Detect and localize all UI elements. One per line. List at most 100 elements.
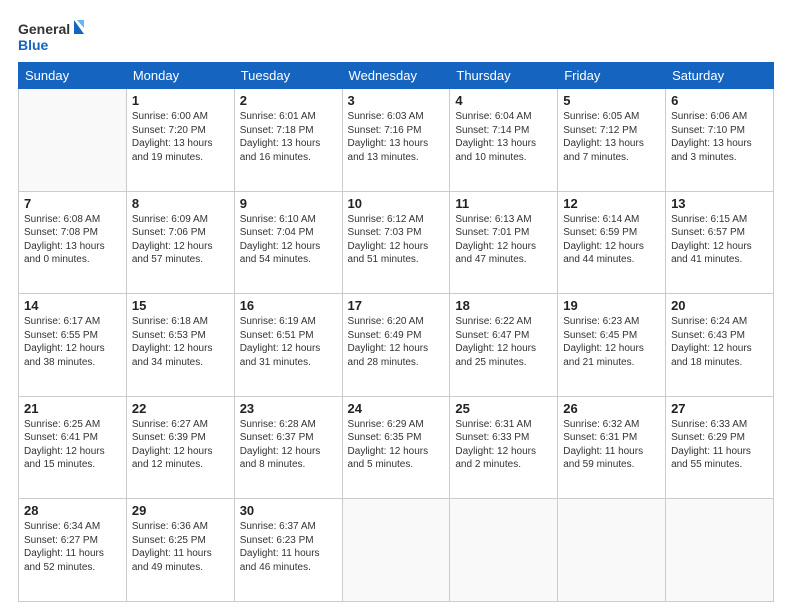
day-info: Sunrise: 6:22 AM Sunset: 6:47 PM Dayligh…: [455, 315, 552, 369]
day-cell: 30Sunrise: 6:37 AM Sunset: 6:23 PM Dayli…: [234, 499, 342, 602]
day-info: Sunrise: 6:08 AM Sunset: 7:08 PM Dayligh…: [24, 213, 121, 267]
day-cell: 27Sunrise: 6:33 AM Sunset: 6:29 PM Dayli…: [666, 396, 774, 499]
day-cell: 12 Sunrise: 6:14 AM Sunset: 6:59 PM Dayli…: [558, 191, 666, 294]
day-cell: 2Sunrise: 6:01 AM Sunset: 7:18 PM Daylig…: [234, 89, 342, 192]
day-number: 26: [563, 401, 660, 416]
week-row-1: 1 Sunrise: 6:00 AM Sunset: 7:20 PM Daylig…: [19, 89, 774, 192]
day-info: Sunrise: 6:17 AM Sunset: 6:55 PM Dayligh…: [24, 315, 121, 369]
day-cell: [558, 499, 666, 602]
day-number: 7: [24, 196, 121, 211]
day-cell: 7 Sunrise: 6:08 AM Sunset: 7:08 PM Daylig…: [19, 191, 127, 294]
day-number: 29: [132, 503, 229, 518]
week-row-4: 21 Sunrise: 6:25 AM Sunset: 6:41 PM Dayli…: [19, 396, 774, 499]
day-info: Sunrise: 6:05 AM Sunset: 7:12 PM Dayligh…: [563, 110, 660, 164]
day-number: 12: [563, 196, 660, 211]
svg-text:Blue: Blue: [18, 37, 49, 53]
col-header-sunday: Sunday: [19, 63, 127, 89]
day-cell: 19 Sunrise: 6:23 AM Sunset: 6:45 PM Dayli…: [558, 294, 666, 397]
day-number: 11: [455, 196, 552, 211]
day-info: Sunrise: 6:12 AM Sunset: 7:03 PM Dayligh…: [348, 213, 445, 267]
day-cell: 6 Sunrise: 6:06 AM Sunset: 7:10 PM Daylig…: [666, 89, 774, 192]
day-cell: 23Sunrise: 6:28 AM Sunset: 6:37 PM Dayli…: [234, 396, 342, 499]
day-cell: 13 Sunrise: 6:15 AM Sunset: 6:57 PM Dayli…: [666, 191, 774, 294]
day-cell: 20 Sunrise: 6:24 AM Sunset: 6:43 PM Dayli…: [666, 294, 774, 397]
day-info: Sunrise: 6:29 AM Sunset: 6:35 PM Dayligh…: [348, 418, 445, 472]
day-info: Sunrise: 6:24 AM Sunset: 6:43 PM Dayligh…: [671, 315, 768, 369]
day-cell: 3 Sunrise: 6:03 AM Sunset: 7:16 PM Daylig…: [342, 89, 450, 192]
day-cell: 29 Sunrise: 6:36 AM Sunset: 6:25 PM Dayli…: [126, 499, 234, 602]
day-cell: 26Sunrise: 6:32 AM Sunset: 6:31 PM Dayli…: [558, 396, 666, 499]
day-number: 23: [240, 401, 337, 416]
day-number: 8: [132, 196, 229, 211]
day-number: 28: [24, 503, 121, 518]
day-cell: 5 Sunrise: 6:05 AM Sunset: 7:12 PM Daylig…: [558, 89, 666, 192]
day-number: 18: [455, 298, 552, 313]
day-number: 19: [563, 298, 660, 313]
logo: GeneralBlue: [18, 18, 88, 54]
day-info: Sunrise: 6:14 AM Sunset: 6:59 PM Dayligh…: [563, 213, 660, 267]
day-cell: 1 Sunrise: 6:00 AM Sunset: 7:20 PM Daylig…: [126, 89, 234, 192]
day-info: Sunrise: 6:18 AM Sunset: 6:53 PM Dayligh…: [132, 315, 229, 369]
svg-text:General: General: [18, 21, 70, 37]
day-number: 13: [671, 196, 768, 211]
day-cell: 4 Sunrise: 6:04 AM Sunset: 7:14 PM Daylig…: [450, 89, 558, 192]
day-info: Sunrise: 6:10 AM Sunset: 7:04 PM Dayligh…: [240, 213, 337, 267]
day-cell: 10 Sunrise: 6:12 AM Sunset: 7:03 PM Dayli…: [342, 191, 450, 294]
week-row-2: 7 Sunrise: 6:08 AM Sunset: 7:08 PM Daylig…: [19, 191, 774, 294]
day-number: 25: [455, 401, 552, 416]
day-number: 9: [240, 196, 337, 211]
day-info: Sunrise: 6:23 AM Sunset: 6:45 PM Dayligh…: [563, 315, 660, 369]
day-info: Sunrise: 6:34 AM Sunset: 6:27 PM Dayligh…: [24, 520, 121, 574]
day-info: Sunrise: 6:15 AM Sunset: 6:57 PM Dayligh…: [671, 213, 768, 267]
header: GeneralBlue: [18, 18, 774, 54]
day-cell: 9 Sunrise: 6:10 AM Sunset: 7:04 PM Daylig…: [234, 191, 342, 294]
day-info: Sunrise: 6:36 AM Sunset: 6:25 PM Dayligh…: [132, 520, 229, 574]
day-number: 21: [24, 401, 121, 416]
day-cell: 16Sunrise: 6:19 AM Sunset: 6:51 PM Dayli…: [234, 294, 342, 397]
col-header-saturday: Saturday: [666, 63, 774, 89]
day-cell: 22 Sunrise: 6:27 AM Sunset: 6:39 PM Dayli…: [126, 396, 234, 499]
day-cell: 24 Sunrise: 6:29 AM Sunset: 6:35 PM Dayli…: [342, 396, 450, 499]
col-header-wednesday: Wednesday: [342, 63, 450, 89]
day-info: Sunrise: 6:33 AM Sunset: 6:29 PM Dayligh…: [671, 418, 768, 472]
day-cell: 17Sunrise: 6:20 AM Sunset: 6:49 PM Dayli…: [342, 294, 450, 397]
day-number: 6: [671, 93, 768, 108]
day-cell: [19, 89, 127, 192]
week-row-3: 14 Sunrise: 6:17 AM Sunset: 6:55 PM Dayli…: [19, 294, 774, 397]
day-number: 2: [240, 93, 337, 108]
day-cell: [342, 499, 450, 602]
day-number: 20: [671, 298, 768, 313]
col-header-monday: Monday: [126, 63, 234, 89]
day-info: Sunrise: 6:00 AM Sunset: 7:20 PM Dayligh…: [132, 110, 229, 164]
day-info: Sunrise: 6:09 AM Sunset: 7:06 PM Dayligh…: [132, 213, 229, 267]
day-info: Sunrise: 6:37 AM Sunset: 6:23 PM Dayligh…: [240, 520, 337, 574]
day-number: 10: [348, 196, 445, 211]
day-info: Sunrise: 6:25 AM Sunset: 6:41 PM Dayligh…: [24, 418, 121, 472]
day-number: 22: [132, 401, 229, 416]
day-cell: 15 Sunrise: 6:18 AM Sunset: 6:53 PM Dayli…: [126, 294, 234, 397]
day-cell: 28 Sunrise: 6:34 AM Sunset: 6:27 PM Dayli…: [19, 499, 127, 602]
day-cell: 8 Sunrise: 6:09 AM Sunset: 7:06 PM Daylig…: [126, 191, 234, 294]
header-row: SundayMondayTuesdayWednesdayThursdayFrid…: [19, 63, 774, 89]
logo-svg: GeneralBlue: [18, 18, 88, 54]
calendar-table: SundayMondayTuesdayWednesdayThursdayFrid…: [18, 62, 774, 602]
page: GeneralBlue SundayMondayTuesdayWednesday…: [0, 0, 792, 612]
day-number: 3: [348, 93, 445, 108]
day-number: 5: [563, 93, 660, 108]
day-info: Sunrise: 6:04 AM Sunset: 7:14 PM Dayligh…: [455, 110, 552, 164]
day-info: Sunrise: 6:27 AM Sunset: 6:39 PM Dayligh…: [132, 418, 229, 472]
day-info: Sunrise: 6:13 AM Sunset: 7:01 PM Dayligh…: [455, 213, 552, 267]
day-info: Sunrise: 6:31 AM Sunset: 6:33 PM Dayligh…: [455, 418, 552, 472]
day-info: Sunrise: 6:03 AM Sunset: 7:16 PM Dayligh…: [348, 110, 445, 164]
day-number: 14: [24, 298, 121, 313]
day-cell: 25 Sunrise: 6:31 AM Sunset: 6:33 PM Dayli…: [450, 396, 558, 499]
day-cell: 21 Sunrise: 6:25 AM Sunset: 6:41 PM Dayli…: [19, 396, 127, 499]
day-number: 4: [455, 93, 552, 108]
day-number: 15: [132, 298, 229, 313]
day-info: Sunrise: 6:06 AM Sunset: 7:10 PM Dayligh…: [671, 110, 768, 164]
day-cell: [666, 499, 774, 602]
col-header-thursday: Thursday: [450, 63, 558, 89]
day-number: 1: [132, 93, 229, 108]
day-number: 24: [348, 401, 445, 416]
day-number: 16: [240, 298, 337, 313]
